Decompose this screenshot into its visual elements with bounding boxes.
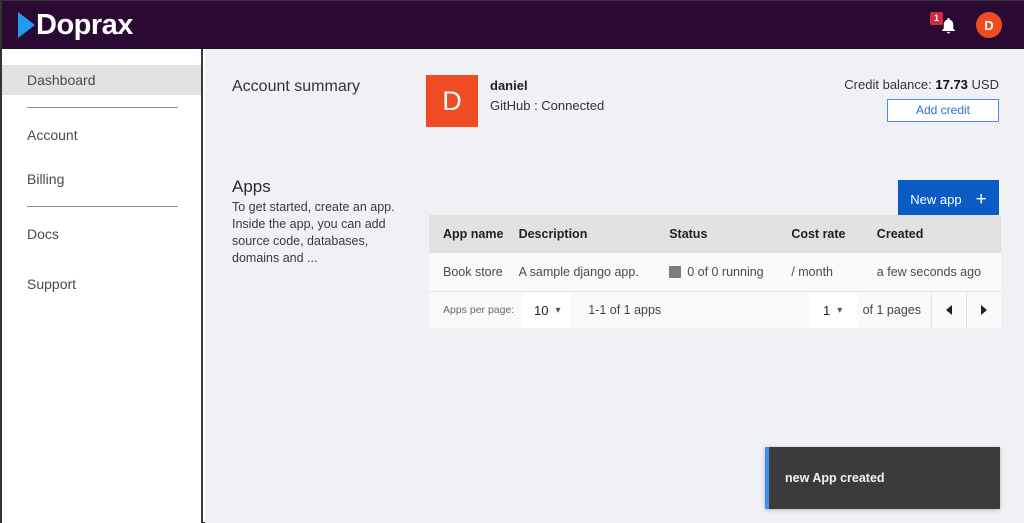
page-select[interactable]: 1 ▾: [808, 292, 857, 328]
sidebar-item-label: Dashboard: [27, 72, 96, 88]
page-navigation: 1 ▾ of 1 pages: [808, 292, 1001, 328]
result-range-text: 1-1 of 1 apps: [588, 303, 662, 317]
toast-notification[interactable]: new App created: [765, 447, 1000, 509]
cell-status: 0 of 0 running: [669, 253, 792, 292]
credit-balance-currency: USD: [971, 77, 999, 92]
page-value: 1: [822, 302, 831, 318]
top-bar-actions: 1 D: [930, 12, 1002, 38]
previous-page-button[interactable]: [931, 292, 966, 328]
cell-cost-rate: / month: [791, 253, 877, 292]
add-credit-button[interactable]: Add credit: [887, 99, 999, 122]
sidebar-item-label: Account: [27, 127, 78, 143]
account-user-details: daniel GitHub : Connected: [490, 75, 604, 113]
cell-app-name[interactable]: Book store: [429, 253, 519, 292]
next-page-button[interactable]: [966, 292, 1001, 328]
credit-balance-label: Credit balance:: [844, 77, 932, 92]
notification-badge: 1: [930, 12, 944, 25]
apps-intro: Apps To get started, create an app. Insi…: [232, 177, 412, 267]
sidebar: Dashboard Account Billing Docs Support: [2, 49, 203, 523]
apps-table-card: App name Description Status Cost rate Cr…: [429, 215, 1001, 328]
status-text: 0 of 0 running: [687, 265, 764, 279]
pagination-bar: Apps per page: 10 ▾ 1-1 of 1 apps 1 ▾ of…: [429, 292, 1001, 328]
sidebar-item-support[interactable]: Support: [2, 269, 201, 299]
avatar: D: [426, 75, 478, 127]
status-badge: 0 of 0 running: [669, 265, 791, 279]
toast-message: new App created: [785, 471, 885, 485]
brand-logo[interactable]: Doprax: [18, 1, 133, 49]
sidebar-item-docs[interactable]: Docs: [2, 219, 201, 249]
sidebar-item-label: Billing: [27, 171, 65, 187]
brand-name: Doprax: [36, 8, 133, 41]
cell-created: a few seconds ago: [876, 253, 1001, 292]
per-page-label: Apps per page:: [443, 304, 515, 316]
sidebar-item-dashboard[interactable]: Dashboard: [2, 65, 201, 95]
table-row[interactable]: Book store A sample django app. 0 of 0 r…: [429, 253, 1001, 292]
credit-balance-block: Credit balance: 17.73 USD Add credit: [844, 77, 999, 122]
new-app-button[interactable]: New app +: [898, 180, 999, 218]
apps-title: Apps: [232, 177, 271, 196]
account-summary-section: Account summary D daniel GitHub : Connec…: [205, 49, 1024, 169]
plus-icon: +: [975, 188, 987, 210]
per-page-select[interactable]: 10 ▾: [523, 292, 572, 328]
column-header-description: Description: [518, 215, 670, 253]
top-bar: Doprax 1 D: [2, 1, 1024, 49]
apps-description: To get started, create an app. Inside th…: [232, 200, 395, 265]
apps-table-body: Book store A sample django app. 0 of 0 r…: [429, 253, 1001, 292]
account-user-block: D daniel GitHub : Connected: [426, 75, 604, 127]
credit-balance-value: 17.73: [935, 77, 968, 92]
account-username: daniel: [490, 78, 528, 93]
column-header-app-name: App name: [429, 215, 519, 253]
play-triangle-icon: [18, 12, 35, 38]
table-header-row: App name Description Status Cost rate Cr…: [429, 215, 1001, 253]
sidebar-item-label: Support: [27, 276, 77, 292]
chevron-left-icon: [946, 305, 952, 315]
cell-description: A sample django app.: [518, 253, 670, 292]
apps-table: App name Description Status Cost rate Cr…: [429, 215, 1001, 292]
user-avatar-button[interactable]: D: [976, 12, 1002, 38]
credit-balance-line: Credit balance: 17.73 USD: [844, 77, 999, 92]
column-header-status: Status: [669, 215, 792, 253]
column-header-cost-rate: Cost rate: [791, 215, 877, 253]
notifications-button[interactable]: 1: [930, 12, 958, 38]
app-window: Doprax 1 D Dashboard Account Billing Doc…: [0, 0, 1024, 523]
github-connection-status: GitHub : Connected: [490, 98, 605, 113]
column-header-created: Created: [876, 215, 1001, 253]
stopped-square-icon: [669, 266, 682, 278]
chevron-right-icon: [981, 305, 987, 315]
chevron-down-icon: ▾: [837, 304, 843, 316]
sidebar-item-account[interactable]: Account: [2, 120, 201, 150]
new-app-button-label: New app: [910, 191, 962, 207]
apps-table-head: App name Description Status Cost rate Cr…: [429, 215, 1001, 253]
total-pages-text: of 1 pages: [862, 303, 921, 317]
account-summary-title: Account summary: [232, 78, 361, 95]
chevron-down-icon: ▾: [555, 304, 561, 316]
sidebar-item-label: Docs: [27, 226, 59, 242]
per-page-value: 10: [533, 302, 549, 318]
sidebar-item-billing[interactable]: Billing: [2, 164, 201, 194]
